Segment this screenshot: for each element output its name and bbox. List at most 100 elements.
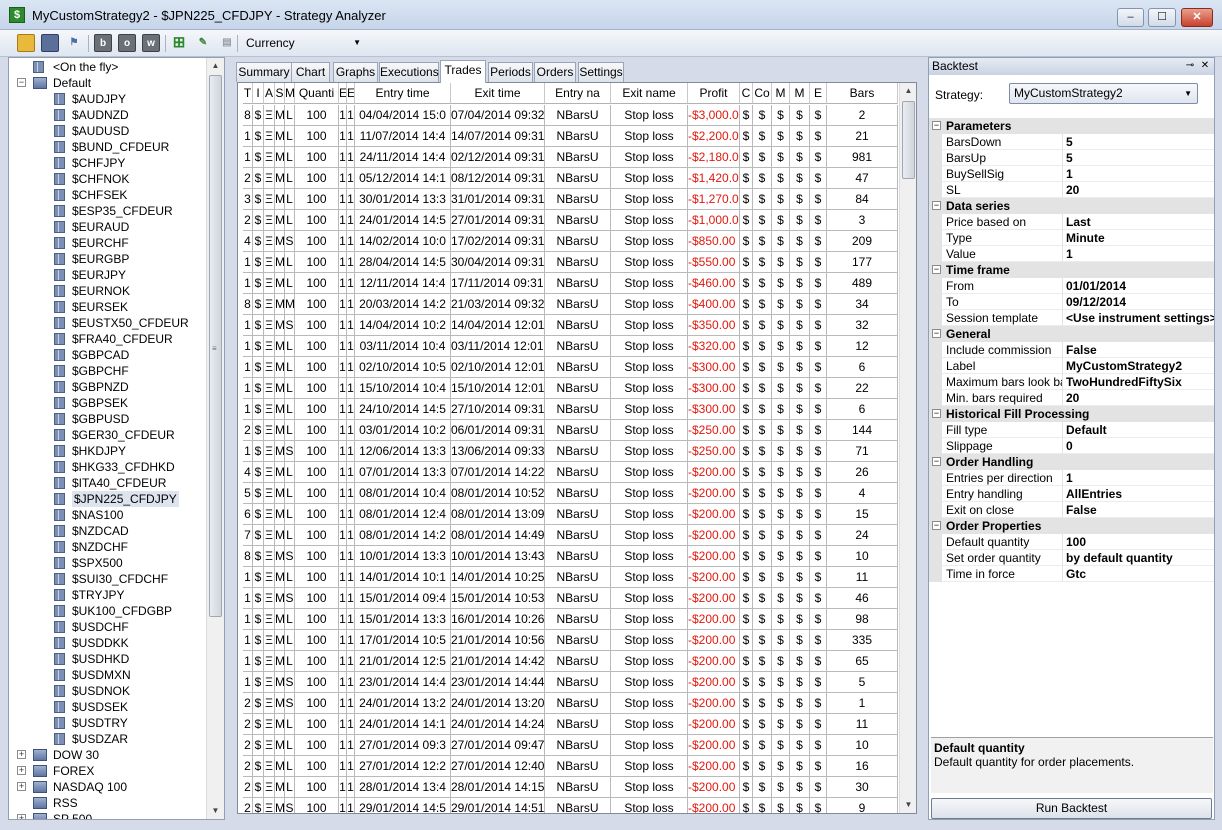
- column-header-exit-price[interactable]: E: [347, 83, 355, 104]
- collapse-icon[interactable]: −: [932, 457, 941, 466]
- tab-trades[interactable]: Trades: [440, 60, 486, 83]
- run-backtest-button[interactable]: Run Backtest: [931, 798, 1212, 819]
- grid-scrollbar[interactable]: ▲ ▼: [899, 83, 916, 813]
- property-category[interactable]: − Time frame: [929, 262, 1214, 278]
- property-value[interactable]: Minute: [1063, 230, 1214, 246]
- property-row[interactable]: Entry handling AllEntries: [929, 486, 1214, 502]
- collapse-icon[interactable]: −: [932, 409, 941, 418]
- strategy-select[interactable]: MyCustomStrategy2 ▼: [1009, 83, 1198, 104]
- property-category[interactable]: − General: [929, 326, 1214, 342]
- property-row[interactable]: Session template <Use instrument settings…: [929, 310, 1214, 326]
- property-row[interactable]: Exit on close False: [929, 502, 1214, 518]
- expand-icon[interactable]: +: [17, 766, 26, 775]
- collapse-icon[interactable]: −: [932, 521, 941, 530]
- window-letter-button[interactable]: w: [142, 34, 160, 52]
- close-button[interactable]: ✕: [1181, 8, 1213, 27]
- column-header-cum-profit[interactable]: C: [740, 83, 753, 104]
- property-category[interactable]: − Order Handling: [929, 454, 1214, 470]
- property-category[interactable]: − Parameters: [929, 118, 1214, 134]
- collapse-icon[interactable]: −: [17, 78, 26, 87]
- property-value[interactable]: 5: [1063, 150, 1214, 166]
- column-header-entry-time[interactable]: Entry time: [355, 83, 451, 104]
- property-row[interactable]: Type Minute: [929, 230, 1214, 246]
- property-value[interactable]: 0: [1063, 438, 1214, 454]
- property-category[interactable]: − Order Properties: [929, 518, 1214, 534]
- column-header-instrument[interactable]: I: [253, 83, 264, 104]
- column-header-exit-name[interactable]: Exit name: [611, 83, 688, 104]
- property-value[interactable]: 100: [1063, 534, 1214, 550]
- property-value[interactable]: Default: [1063, 422, 1214, 438]
- property-row[interactable]: Time in force Gtc: [929, 566, 1214, 582]
- open-folder-icon[interactable]: [17, 34, 35, 52]
- property-value[interactable]: TwoHundredFiftySix: [1063, 374, 1214, 390]
- tab-orders[interactable]: Orders: [534, 62, 576, 82]
- property-row[interactable]: Label MyCustomStrategy2: [929, 358, 1214, 374]
- property-row[interactable]: Maximum bars look bac TwoHundredFiftySix: [929, 374, 1214, 390]
- property-row[interactable]: Entries per direction 1: [929, 470, 1214, 486]
- property-value[interactable]: 01/01/2014: [1063, 278, 1214, 294]
- column-header-commission[interactable]: Co: [753, 83, 772, 104]
- add-icon[interactable]: ⊞: [170, 34, 188, 52]
- tree-scrollbar[interactable]: ▲ ≡ ▼: [206, 58, 224, 819]
- tab-periods[interactable]: Periods: [488, 62, 533, 82]
- property-row[interactable]: SL 20: [929, 182, 1214, 198]
- expand-icon[interactable]: +: [17, 750, 26, 759]
- property-row[interactable]: Min. bars required 20: [929, 390, 1214, 406]
- property-value[interactable]: 1: [1063, 470, 1214, 486]
- property-row[interactable]: BarsUp 5: [929, 150, 1214, 166]
- property-value[interactable]: 09/12/2014: [1063, 294, 1214, 310]
- column-header-bars[interactable]: Bars: [827, 83, 898, 104]
- edit-icon[interactable]: ✎: [194, 34, 212, 52]
- scroll-down-icon[interactable]: ▼: [207, 803, 224, 819]
- column-header-entry-name[interactable]: Entry na: [545, 83, 611, 104]
- column-header-profit[interactable]: Profit: [688, 83, 740, 104]
- property-row[interactable]: Include commission False: [929, 342, 1214, 358]
- column-header-mfe[interactable]: M: [790, 83, 810, 104]
- column-header-strategy[interactable]: S: [275, 83, 285, 104]
- remove-icon[interactable]: ▤: [218, 34, 236, 52]
- property-row[interactable]: From 01/01/2014: [929, 278, 1214, 294]
- scroll-up-icon[interactable]: ▲: [207, 58, 224, 74]
- close-icon[interactable]: ✕: [1199, 60, 1211, 72]
- property-value[interactable]: AllEntries: [1063, 486, 1214, 502]
- column-header-entry-price[interactable]: E: [339, 83, 347, 104]
- property-value[interactable]: <Use instrument settings>: [1063, 310, 1214, 326]
- property-value[interactable]: False: [1063, 502, 1214, 518]
- column-header-mae[interactable]: M: [772, 83, 790, 104]
- property-value[interactable]: by default quantity: [1063, 550, 1214, 566]
- property-value[interactable]: Gtc: [1063, 566, 1214, 582]
- property-row[interactable]: Value 1: [929, 246, 1214, 262]
- expand-icon[interactable]: +: [17, 814, 26, 819]
- property-value[interactable]: False: [1063, 342, 1214, 358]
- collapse-icon[interactable]: −: [932, 265, 941, 274]
- tab-graphs[interactable]: Graphs: [333, 62, 378, 82]
- scroll-up-icon[interactable]: ▲: [900, 83, 916, 99]
- template-icon[interactable]: ⚑: [65, 34, 83, 52]
- grid-scroll-thumb[interactable]: [902, 101, 915, 179]
- property-row[interactable]: BarsDown 5: [929, 134, 1214, 150]
- column-header-exit-time[interactable]: Exit time: [451, 83, 545, 104]
- scroll-down-icon[interactable]: ▼: [900, 797, 916, 813]
- property-row[interactable]: To 09/12/2014: [929, 294, 1214, 310]
- property-row[interactable]: Fill type Default: [929, 422, 1214, 438]
- tab-chart[interactable]: Chart: [291, 62, 330, 82]
- property-value[interactable]: 5: [1063, 134, 1214, 150]
- minimize-button[interactable]: ‒: [1117, 8, 1144, 27]
- column-header-market-pos[interactable]: M: [285, 83, 295, 104]
- property-row[interactable]: Default quantity 100: [929, 534, 1214, 550]
- property-value[interactable]: 20: [1063, 390, 1214, 406]
- maximize-button[interactable]: ☐: [1148, 8, 1176, 27]
- property-category[interactable]: − Historical Fill Processing: [929, 406, 1214, 422]
- collapse-icon[interactable]: −: [932, 121, 941, 130]
- property-category[interactable]: − Data series: [929, 198, 1214, 214]
- property-row[interactable]: Set order quantity by default quantity: [929, 550, 1214, 566]
- property-row[interactable]: Price based on Last: [929, 214, 1214, 230]
- collapse-icon[interactable]: −: [932, 329, 941, 338]
- property-row[interactable]: BuySellSig 1: [929, 166, 1214, 182]
- tree-scroll-thumb[interactable]: ≡: [209, 75, 222, 617]
- property-row[interactable]: Slippage 0: [929, 438, 1214, 454]
- tab-settings[interactable]: Settings: [578, 62, 624, 82]
- property-value[interactable]: 20: [1063, 182, 1214, 198]
- collapse-icon[interactable]: −: [932, 201, 941, 210]
- currency-dropdown[interactable]: Currency ▼: [240, 33, 365, 53]
